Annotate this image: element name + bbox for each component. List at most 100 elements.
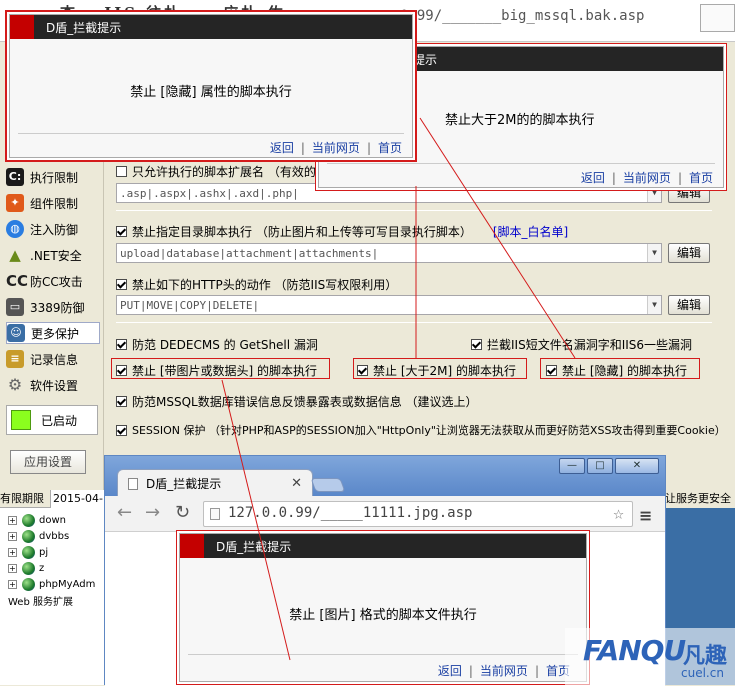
sidebar-item-component-limit[interactable]: ✦ 组件限制 <box>6 192 100 214</box>
site-watermark: FANQU 凡趣 cuel.cn <box>565 628 735 685</box>
page-icon <box>210 508 220 520</box>
monitor-icon: ▭ <box>6 298 24 316</box>
terminal-icon: C: <box>6 168 24 186</box>
whitelist-link[interactable]: [脚本_白名单] <box>493 223 568 240</box>
back-link[interactable]: 返回 <box>581 171 605 185</box>
close-tab-icon[interactable]: ✕ <box>291 476 302 491</box>
chevron-down-icon[interactable]: ▼ <box>647 244 661 262</box>
popup-title: D盾_拦截提示 <box>46 20 122 35</box>
sidebar-item-label: .NET安全 <box>30 248 82 263</box>
globe-icon <box>22 577 35 591</box>
browser-toolbar: ← → ↻ 127.0.0.99/_____11111.jpg.asp ☆ ≡ <box>105 496 665 532</box>
bookmark-star-icon[interactable]: ☆ <box>613 503 624 524</box>
no-2m-checkbox[interactable] <box>357 365 368 376</box>
menu-icon[interactable]: ≡ <box>639 506 652 525</box>
sidebar: C: 执行限制 ✦ 组件限制 ◍ 注入防御 ▲ .NET安全 CC 防CC攻击 … <box>0 160 104 490</box>
browser-tab[interactable]: D盾_拦截提示 ✕ <box>117 469 313 497</box>
iis-short-label: 拦截IIS短文件名漏洞字和IIS6一些漏洞 <box>487 338 693 352</box>
cc-icon: CC <box>6 272 29 290</box>
new-tab-button[interactable] <box>310 478 346 492</box>
iis-short-checkbox[interactable] <box>471 339 482 350</box>
dir-input[interactable]: upload|database|attachment|attachments| … <box>116 243 662 263</box>
http-row: 禁止如下的HTTP头的动作 （防范IIS写权限利用） <box>116 276 397 293</box>
no-2m-label: 禁止 [大于2M] 的脚本执行 <box>373 364 516 378</box>
sidebar-item-cc[interactable]: CC 防CC攻击 <box>6 270 100 292</box>
sidebar-item-settings[interactable]: ⚙ 软件设置 <box>6 374 100 396</box>
tree-item-label: down <box>39 514 66 526</box>
current-page-link[interactable]: 当前网页 <box>623 171 671 185</box>
iis-tree: 有限期限 + down + dvbbs + pj + z + phpMyAdm Web 服… <box>0 490 108 685</box>
http-label: 禁止如下的HTTP头的动作 （防范IIS写权限利用） <box>132 278 398 292</box>
divider <box>188 654 578 655</box>
edit-http-button[interactable]: 编辑 <box>668 295 710 315</box>
http-checkbox[interactable] <box>116 279 127 290</box>
divider <box>327 163 715 164</box>
iis-short-row: 拦截IIS短文件名漏洞字和IIS6一些漏洞 <box>471 336 692 353</box>
dedecms-checkbox[interactable] <box>116 339 127 350</box>
page-icon <box>128 477 138 490</box>
sidebar-item-exec-limit[interactable]: C: 执行限制 <box>6 166 100 188</box>
no-img-db-row: 禁止 [带图片或数据头] 的脚本执行 <box>116 362 317 379</box>
close-window-button[interactable]: ✕ <box>615 458 659 474</box>
allow-ext-checkbox[interactable] <box>116 166 127 177</box>
minimize-button[interactable]: — <box>559 458 585 474</box>
chevron-down-icon[interactable]: ▼ <box>647 296 661 314</box>
current-page-link[interactable]: 当前网页 <box>312 141 360 155</box>
sidebar-item-dotnet[interactable]: ▲ .NET安全 <box>6 244 100 266</box>
back-link[interactable]: 返回 <box>270 141 294 155</box>
tree-item[interactable]: + dvbbs <box>8 528 69 544</box>
tree-item-label: pj <box>39 546 49 558</box>
tree-item[interactable]: + down <box>8 512 66 528</box>
home-link[interactable]: 首页 <box>689 171 713 185</box>
tree-item-label: phpMyAdm <box>39 578 96 590</box>
session-checkbox[interactable] <box>116 424 127 436</box>
http-value: PUT|MOVE|COPY|DELETE| <box>120 299 260 312</box>
sidebar-item-3389[interactable]: ▭ 3389防御 <box>6 296 100 318</box>
globe-icon: ◍ <box>6 220 24 238</box>
dir-checkbox[interactable] <box>116 226 127 237</box>
status-led-icon <box>11 410 31 430</box>
reload-icon[interactable]: ↻ <box>175 502 190 523</box>
address-bar[interactable]: 127.0.0.99/_____11111.jpg.asp ☆ <box>203 501 633 527</box>
allow-ext-label: 只允许执行的脚本扩展名 （有效的 <box>132 165 316 179</box>
apply-settings-button[interactable]: 应用设置 <box>10 450 86 474</box>
forward-icon[interactable]: → <box>145 502 160 523</box>
sidebar-item-label: 3389防御 <box>30 300 85 315</box>
log-icon: ≡ <box>6 350 24 368</box>
no-img-db-checkbox[interactable] <box>116 365 127 376</box>
sidebar-item-more-protect[interactable]: ☺ 更多保护 <box>6 322 100 344</box>
tree-item[interactable]: + z <box>8 560 44 576</box>
globe-icon <box>22 561 35 575</box>
divider <box>116 322 712 323</box>
dedecms-label: 防范 DEDECMS 的 GetShell 漏洞 <box>132 338 318 352</box>
triangle-icon: ▲ <box>9 246 21 264</box>
back-link[interactable]: 返回 <box>438 664 462 678</box>
address-bar-end <box>700 4 735 32</box>
http-input[interactable]: PUT|MOVE|COPY|DELETE| ▼ <box>116 295 662 315</box>
tree-item[interactable]: + phpMyAdm <box>8 576 96 592</box>
back-icon[interactable]: ← <box>117 502 132 523</box>
popup-message: 禁止 [隐藏] 属性的脚本执行 <box>130 85 292 100</box>
popup-title: D盾_拦截提示 <box>216 539 292 554</box>
allow-ext-value: .asp|.aspx|.ashx|.axd|.php| <box>120 187 299 200</box>
shield-logo-icon <box>180 534 204 558</box>
window-frame: — □ ✕ D盾_拦截提示 ✕ <box>105 456 665 497</box>
edit-dir-button[interactable]: 编辑 <box>668 243 710 263</box>
tree-item[interactable]: + pj <box>8 544 49 560</box>
mssql-checkbox[interactable] <box>116 396 127 407</box>
sidebar-item-log[interactable]: ≡ 记录信息 <box>6 348 100 370</box>
no-hidden-row: 禁止 [隐藏] 的脚本执行 <box>546 362 687 379</box>
no-hidden-label: 禁止 [隐藏] 的脚本执行 <box>562 364 687 378</box>
status-text: 已启动 <box>41 413 78 428</box>
tree-item[interactable]: Web 服务扩展 <box>8 592 73 608</box>
no-hidden-checkbox[interactable] <box>546 365 557 376</box>
maximize-button[interactable]: □ <box>587 458 613 474</box>
address-bar-url[interactable]: 0.99/_______big_mssql.bak.asp <box>400 8 644 24</box>
sidebar-item-injection[interactable]: ◍ 注入防御 <box>6 218 100 240</box>
date-cell: 2015-04- <box>50 490 108 508</box>
mssql-row: 防范MSSQL数据库错误信息反馈暴露表或数据信息 （建议选上） <box>116 393 478 410</box>
tree-item-label: Web 服务扩展 <box>8 596 73 608</box>
home-link[interactable]: 首页 <box>378 141 402 155</box>
popup-links: 返回 | 当前网页 | 首页 <box>437 664 570 678</box>
current-page-link[interactable]: 当前网页 <box>480 664 528 678</box>
